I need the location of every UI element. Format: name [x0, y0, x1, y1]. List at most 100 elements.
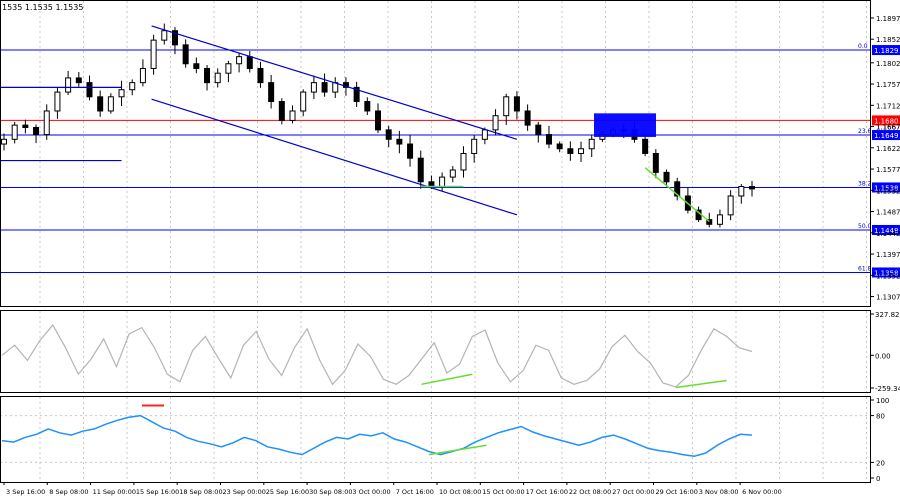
price-tick-label: 1.1577 [876, 166, 900, 174]
price-tick-label: 1.1802 [876, 60, 900, 68]
candle-body [11, 124, 18, 140]
time-tick-label: 3 Sep 16:00 [6, 488, 45, 496]
fib-label: 38.2 [858, 180, 872, 187]
candle-body [578, 148, 585, 154]
level-badge-label: 1.1829 [874, 47, 899, 55]
resistance-zone [594, 113, 656, 137]
candle-body [129, 82, 136, 91]
time-tick-label: 27 Oct 00:00 [612, 488, 654, 496]
candle-body [535, 124, 542, 136]
quote-readout: 1535 1.1535 1.1535 [2, 3, 83, 12]
chart-root: 1.18290.01.16801.164923.61.153838.21.144… [0, 0, 900, 500]
price-tick-label: 1.1622 [876, 145, 900, 153]
candle-body [727, 195, 734, 216]
candle-body [118, 89, 125, 98]
price-tick-label: 1.1757 [876, 81, 900, 89]
candle-body [204, 67, 211, 84]
candle-body [321, 82, 328, 93]
time-tick-label: 15 Oct 00:00 [482, 488, 524, 496]
price-tick-label: 1.1712 [876, 102, 900, 110]
price-label: 1.1667 [876, 124, 900, 132]
time-tick-label: 25 Sep 16:00 [266, 488, 309, 496]
oscillator-tick-label: -259.342 [875, 385, 900, 393]
time-tick-label: 17 Oct 16:00 [526, 488, 568, 496]
candle-body [375, 110, 381, 131]
candle-body [652, 152, 659, 173]
candle-body [300, 91, 307, 112]
candle-body [22, 124, 29, 128]
time-tick-label: 29 Oct 16:00 [656, 488, 698, 496]
candle-body [75, 77, 82, 84]
time-tick-label: 23 Sep 00:00 [223, 488, 266, 496]
candle-body [225, 63, 232, 74]
oscillator-tick-label: 327.826 [875, 311, 900, 319]
candle-body [364, 101, 371, 112]
rsi-tick-label: 20 [876, 459, 885, 467]
candle-body [439, 176, 446, 188]
time-tick-label: 8 Sep 08:00 [49, 488, 88, 496]
candle-body [396, 138, 403, 145]
candle-body [1, 138, 7, 145]
candle-body [663, 171, 670, 183]
candle-body [214, 72, 221, 84]
candle-body [738, 186, 745, 197]
time-tick-label: 3 Nov 08:00 [699, 488, 739, 496]
candle-body [289, 110, 296, 121]
candle-body [471, 138, 478, 154]
candle-body [268, 82, 275, 103]
candle-body [86, 82, 93, 98]
candle-body [54, 91, 61, 112]
candle-body [65, 77, 72, 93]
candle-body [107, 96, 114, 112]
rsi-tick-label: 100 [876, 397, 889, 405]
time-tick-label: 22 Oct 08:00 [569, 488, 611, 496]
oscillator-tick-label: 0.00 [875, 352, 891, 360]
time-tick-label: 11 Sep 00:00 [93, 488, 136, 496]
candle-body [193, 63, 200, 69]
candle-body [588, 138, 595, 150]
candle-body [161, 30, 168, 41]
time-tick-label: 6 Nov 00:00 [742, 488, 782, 496]
candle-body [642, 138, 649, 154]
rsi-tick-label: 80 [876, 413, 885, 421]
candle-body [43, 110, 50, 136]
price-tick-label: 1.1307 [876, 294, 900, 302]
candle-body [449, 169, 456, 178]
price-tick-label: 1.1397 [876, 251, 900, 259]
candle-body [97, 96, 104, 112]
price-tick-label: 1.1487 [876, 209, 900, 217]
candle-body [524, 110, 531, 126]
candle-body [749, 186, 755, 190]
rsi-tick-label: 0 [876, 475, 880, 483]
candle-body [417, 157, 424, 183]
fib-label: 0.0 [858, 43, 868, 50]
price-tick-label: 1.1532 [876, 187, 900, 195]
fib-label: 50.0 [858, 223, 872, 230]
price-tick-label: 1.1442 [876, 230, 900, 238]
candle-body [513, 96, 520, 112]
candle-body [257, 67, 264, 84]
candle-body [460, 152, 467, 171]
time-tick-label: 30 Sep 08:00 [309, 488, 352, 496]
time-tick-label: 15 Sep 16:00 [136, 488, 179, 496]
fib-label: 23.6 [858, 128, 872, 135]
candle-body [545, 134, 552, 145]
candle-body [492, 115, 499, 131]
time-tick-label: 3 Oct 00:00 [352, 488, 390, 496]
fib-label: 61.8 [858, 265, 872, 272]
candle-body [246, 56, 253, 69]
candle-body [556, 143, 563, 150]
candle-body [481, 129, 488, 140]
candle-body [33, 127, 40, 136]
candle-body [139, 67, 146, 84]
candle-body [716, 214, 723, 225]
candle-body [182, 44, 189, 65]
price-tick-label: 1.1897 [876, 15, 900, 23]
chart-background [0, 0, 900, 500]
candle-body [278, 101, 285, 121]
candle-body [236, 56, 243, 65]
price-tick-label: 1.1852 [876, 36, 900, 44]
price-tick-label: 1.1352 [876, 272, 900, 280]
time-tick-label: 18 Sep 08:00 [179, 488, 222, 496]
level-badge-label: 1.1649 [874, 132, 899, 140]
